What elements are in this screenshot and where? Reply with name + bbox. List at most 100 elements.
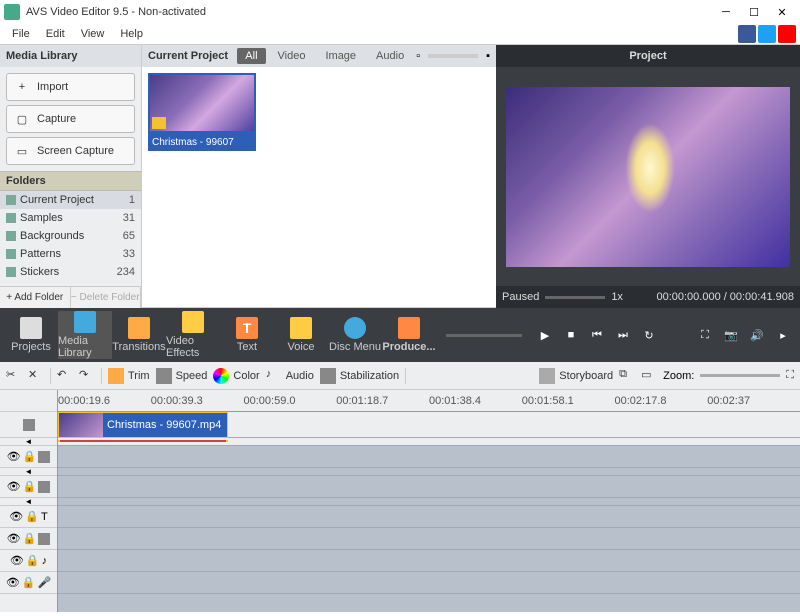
eye-icon[interactable]: 👁	[7, 450, 21, 463]
video-track-1[interactable]: Christmas - 99607.mp4	[58, 412, 800, 438]
titlebar: AVS Video Editor 9.5 - Non-activated ─ ☐…	[0, 0, 800, 24]
mic-icon: 🎤	[37, 576, 51, 589]
folder-samples[interactable]: Samples31	[0, 209, 141, 227]
menu-edit[interactable]: Edit	[38, 28, 73, 40]
text-track[interactable]	[58, 506, 800, 528]
folders-header: Folders	[0, 171, 141, 191]
folder-backgrounds[interactable]: Backgrounds65	[0, 227, 141, 245]
lock-icon[interactable]: 🔒	[23, 450, 37, 463]
import-button[interactable]: +Import	[6, 73, 135, 101]
stabilization-button[interactable]: Stabilization	[320, 368, 399, 384]
eye-icon[interactable]: 👁	[9, 510, 23, 523]
lock-icon[interactable]: 🔒	[23, 532, 37, 545]
youtube-icon[interactable]	[778, 25, 796, 43]
speed-slider[interactable]	[545, 296, 605, 299]
close-button[interactable]: ✕	[768, 2, 796, 22]
thumb-small-icon[interactable]: ▫	[416, 50, 420, 62]
screencapture-button[interactable]: ▭Screen Capture	[6, 137, 135, 165]
filmstrip-icon	[74, 311, 96, 333]
play-button[interactable]: ▶	[535, 325, 555, 345]
twitter-icon[interactable]	[758, 25, 776, 43]
delete-folder-button: − Delete Folder	[71, 287, 142, 308]
eye-icon[interactable]: 👁	[6, 576, 20, 589]
text-button[interactable]: TText	[220, 311, 274, 359]
stop-button[interactable]: ■	[561, 325, 581, 345]
lock-icon[interactable]: 🔒	[22, 576, 36, 589]
fullscreen-button[interactable]: ⛶	[695, 325, 715, 345]
speed-button[interactable]: Speed	[156, 368, 208, 384]
split-audio-button[interactable]: ⧉	[619, 368, 635, 384]
lock-icon[interactable]: 🔒	[25, 510, 39, 523]
next-button[interactable]: ⏭	[613, 325, 633, 345]
folder-patterns[interactable]: Patterns33	[0, 245, 141, 263]
color-button[interactable]: Color	[213, 368, 259, 384]
seek-bar[interactable]	[446, 334, 522, 337]
film-icon	[38, 481, 50, 493]
video-track-2[interactable]	[58, 446, 800, 468]
audio-track-1[interactable]	[58, 438, 800, 446]
transitions-button[interactable]: Transitions	[112, 311, 166, 359]
maximize-button[interactable]: ☐	[740, 2, 768, 22]
trim-button[interactable]: Trim	[108, 368, 150, 384]
eye-icon[interactable]: 👁	[7, 532, 21, 545]
volume-button[interactable]: 🔊	[747, 325, 767, 345]
timeline-ruler[interactable]: 00:00:19.600:00:39.300:00:59.000:01:18.7…	[58, 390, 800, 412]
voice-button[interactable]: Voice	[274, 311, 328, 359]
folder-icon	[6, 267, 16, 277]
thumb-large-icon[interactable]: ▪	[486, 50, 490, 62]
eye-icon[interactable]: 👁	[7, 480, 21, 493]
menu-file[interactable]: File	[4, 28, 38, 40]
tab-video[interactable]: Video	[270, 48, 314, 64]
storyboard-button[interactable]: Storyboard	[539, 368, 613, 384]
audio-button[interactable]: ♪Audio	[266, 368, 314, 384]
clapperboard-icon	[20, 317, 42, 339]
disc-menu-button[interactable]: Disc Menu	[328, 311, 382, 359]
lock-icon[interactable]: 🔒	[26, 554, 40, 567]
fit-button[interactable]: ⛶	[786, 369, 794, 382]
audio-track-3[interactable]	[58, 498, 800, 506]
tab-audio[interactable]: Audio	[368, 48, 412, 64]
media-library-button[interactable]: Media Library	[58, 311, 112, 359]
thumb-zoom-slider[interactable]	[428, 54, 478, 58]
content-title: Current Project	[148, 50, 228, 62]
produce-button[interactable]: Produce...	[382, 311, 436, 359]
cut-button[interactable]: ✂	[6, 368, 22, 384]
prev-button[interactable]: ⏮	[587, 325, 607, 345]
timeline-clip[interactable]: Christmas - 99607.mp4	[58, 412, 228, 438]
media-thumbnail[interactable]: Christmas - 99607	[148, 73, 256, 301]
monitor-button[interactable]: ▭	[641, 368, 657, 384]
capture-button[interactable]: ▢Capture	[6, 105, 135, 133]
tab-all[interactable]: All	[237, 48, 265, 64]
folder-icon	[6, 249, 16, 259]
folders-list: Current Project1 Samples31 Backgrounds65…	[0, 191, 141, 286]
tab-image[interactable]: Image	[317, 48, 364, 64]
audio-clip[interactable]	[58, 440, 228, 442]
add-folder-button[interactable]: + Add Folder	[0, 287, 71, 308]
preview-image	[506, 87, 790, 267]
menu-help[interactable]: Help	[112, 28, 151, 40]
video-track-3[interactable]	[58, 476, 800, 498]
snapshot-button[interactable]: 📷	[721, 325, 741, 345]
eye-icon[interactable]: 👁	[10, 554, 24, 567]
effect-track[interactable]	[58, 528, 800, 550]
main-toolbar: Projects Media Library Transitions Video…	[0, 308, 800, 362]
folder-current-project[interactable]: Current Project1	[0, 191, 141, 209]
facebook-icon[interactable]	[738, 25, 756, 43]
redo-button[interactable]: ↷	[79, 368, 95, 384]
menu-view[interactable]: View	[73, 28, 113, 40]
music-track[interactable]	[58, 550, 800, 572]
video-effects-button[interactable]: Video Effects	[166, 311, 220, 359]
voice-track[interactable]	[58, 572, 800, 594]
undo-button[interactable]: ↶	[57, 368, 73, 384]
more-button[interactable]: ▸	[773, 325, 793, 345]
minimize-button[interactable]: ─	[712, 2, 740, 22]
zoom-slider[interactable]	[700, 374, 780, 377]
zoom-label: Zoom:	[663, 370, 694, 382]
camera-icon: ▢	[15, 112, 29, 126]
loop-button[interactable]: ↻	[639, 325, 659, 345]
audio-track-2[interactable]	[58, 468, 800, 476]
lock-icon[interactable]: 🔒	[23, 480, 37, 493]
delete-button[interactable]: ✕	[28, 368, 44, 384]
projects-button[interactable]: Projects	[4, 311, 58, 359]
folder-stickers[interactable]: Stickers234	[0, 263, 141, 281]
